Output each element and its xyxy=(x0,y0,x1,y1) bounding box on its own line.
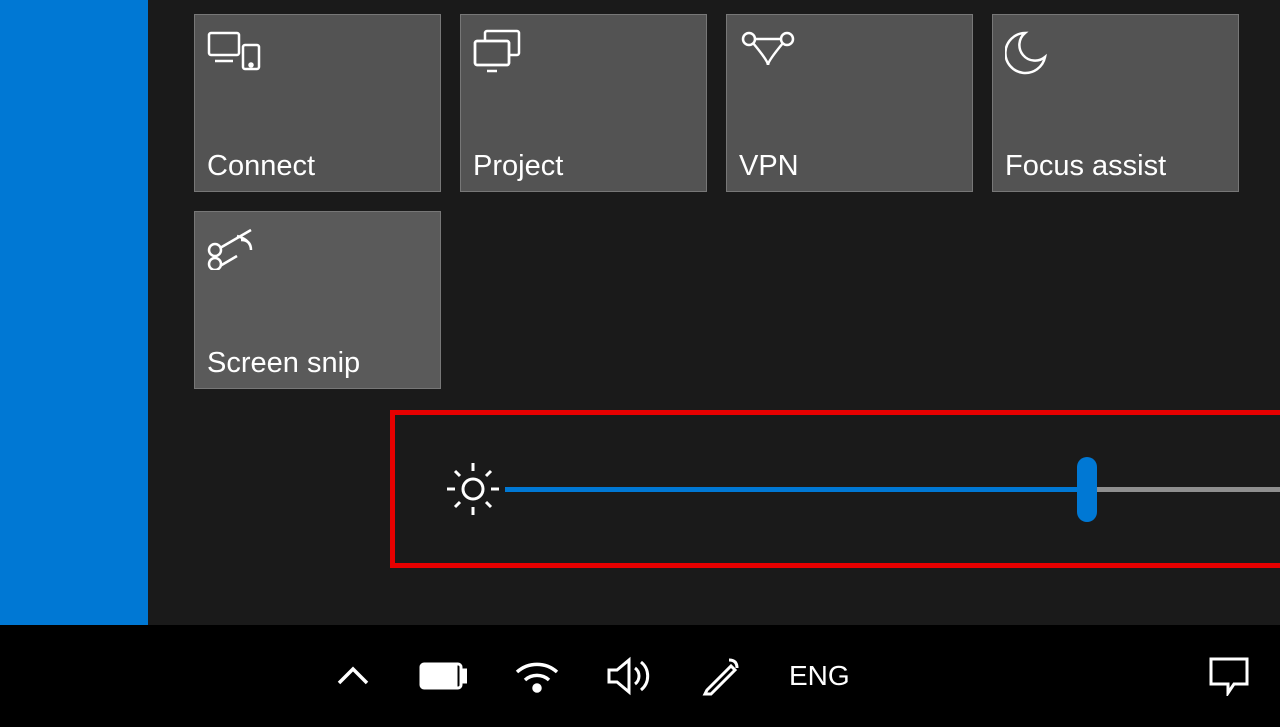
tray-overflow-chevron-icon[interactable] xyxy=(335,665,371,687)
battery-icon[interactable] xyxy=(419,662,467,690)
project-tile-label: Project xyxy=(473,150,694,183)
screen-snip-tile[interactable]: Screen snip xyxy=(194,211,441,389)
connect-tile-label: Connect xyxy=(207,150,428,183)
brightness-slider-fill xyxy=(505,487,1087,492)
focus-assist-tile-label: Focus assist xyxy=(1005,150,1226,183)
focus-assist-tile[interactable]: Focus assist xyxy=(992,14,1239,192)
brightness-slider[interactable] xyxy=(505,487,1280,492)
pen-icon[interactable] xyxy=(701,656,741,696)
wifi-icon[interactable] xyxy=(515,658,559,694)
desktop-accent-strip xyxy=(0,0,148,625)
project-icon xyxy=(473,29,694,85)
project-tile[interactable]: Project xyxy=(460,14,707,192)
notification-center-icon[interactable] xyxy=(1208,656,1250,696)
connect-tile[interactable]: Connect xyxy=(194,14,441,192)
vpn-tile[interactable]: VPN xyxy=(726,14,973,192)
quick-action-tiles: Connect Project xyxy=(194,14,1264,389)
brightness-slider-highlight xyxy=(390,410,1280,568)
system-tray: ENG xyxy=(335,656,850,696)
taskbar: ENG xyxy=(0,625,1280,727)
action-center-panel: Connect Project xyxy=(148,0,1280,625)
moon-icon xyxy=(1005,29,1226,85)
brightness-icon xyxy=(445,461,505,517)
screen-snip-tile-label: Screen snip xyxy=(207,347,428,380)
vpn-icon xyxy=(739,29,960,85)
volume-icon[interactable] xyxy=(607,656,653,696)
scissors-icon xyxy=(207,226,428,282)
connect-icon xyxy=(207,29,428,85)
vpn-tile-label: VPN xyxy=(739,150,960,183)
brightness-slider-thumb[interactable] xyxy=(1077,457,1097,522)
language-indicator[interactable]: ENG xyxy=(789,660,850,692)
language-text: ENG xyxy=(789,660,850,692)
